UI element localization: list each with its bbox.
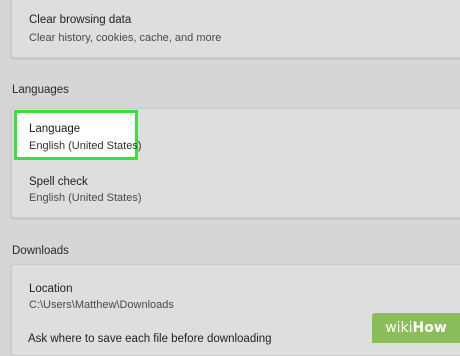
language-title: Language (29, 123, 81, 135)
spell-check-title: Spell check (29, 176, 88, 188)
location-title: Location (29, 283, 73, 295)
location-value[interactable]: C:\Users\Matthew\Downloads (29, 299, 174, 311)
downloads-heading: Downloads (12, 245, 69, 257)
language-value: English (United States) (29, 140, 142, 152)
clear-browsing-subtitle: Clear history, cookies, cache, and more (29, 32, 222, 44)
wikihow-logo: wiki How (372, 313, 460, 343)
ask-where-to-save-label[interactable]: Ask where to save each file before downl… (28, 333, 272, 345)
watermark-suffix: How (412, 320, 447, 336)
languages-heading: Languages (12, 84, 69, 96)
spell-check-value: English (United States) (29, 192, 142, 204)
clear-browsing-card[interactable]: Clear browsing data Clear history, cooki… (11, 0, 460, 58)
clear-browsing-title: Clear browsing data (29, 14, 132, 26)
watermark-prefix: wiki (385, 320, 413, 336)
language-row[interactable]: Language English (United States) (14, 110, 142, 160)
